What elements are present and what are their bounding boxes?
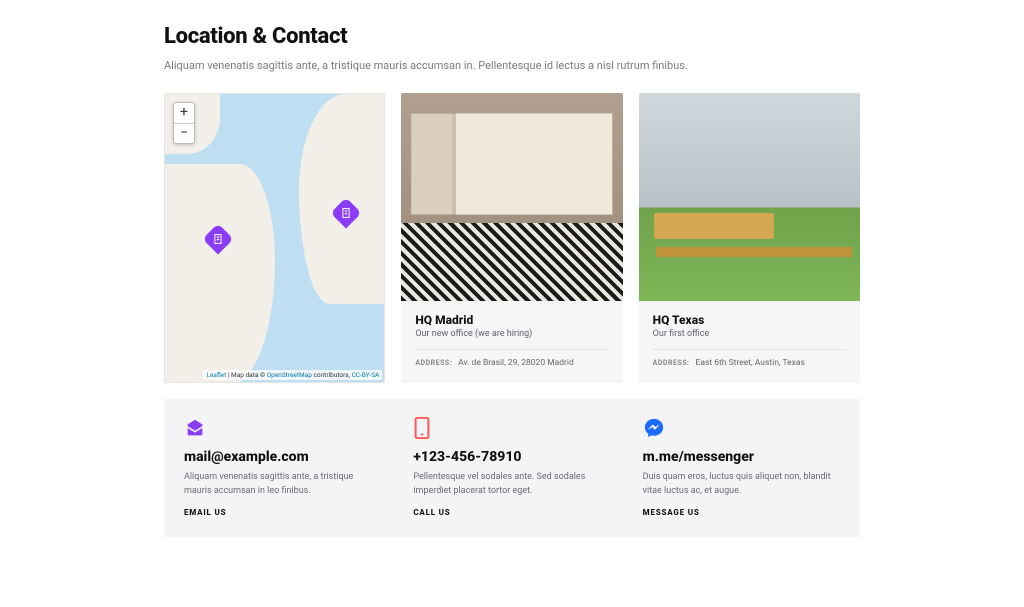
contact-desc: Aliquam venenatis sagittis ante, a trist…	[184, 471, 381, 499]
leaflet-link[interactable]: Leaflet	[206, 371, 226, 379]
address-value: East 6th Street, Austin, Texas	[696, 358, 805, 368]
contact-desc: Pellentesque vel sodales ante. Sed sodal…	[413, 471, 610, 499]
building-icon	[213, 234, 223, 244]
map-attribution: Leaflet | Map data © OpenStreetMap contr…	[203, 370, 382, 380]
address-label: ADDRESS:	[415, 359, 452, 367]
contact-title: m.me/messenger	[643, 449, 840, 465]
contact-row: mail@example.com Aliquam venenatis sagit…	[164, 399, 860, 538]
map-attrib-text2: contributors,	[312, 371, 352, 379]
message-us-link[interactable]: MESSAGE US	[643, 508, 840, 517]
map-zoom-control: + −	[173, 102, 195, 144]
phone-icon	[413, 417, 610, 439]
map-land-euroafrica	[299, 94, 384, 304]
location-title: HQ Texas	[653, 313, 846, 327]
location-address: ADDRESS: East 6th Street, Austin, Texas	[653, 349, 846, 368]
section-title: Location & Contact	[164, 24, 860, 49]
map-attrib-text: | Map data ©	[226, 371, 266, 379]
zoom-out-button[interactable]: −	[174, 123, 194, 143]
location-photo-madrid	[401, 93, 622, 301]
location-card-texas: HQ Texas Our first office ADDRESS: East 6…	[639, 93, 860, 383]
location-address: ADDRESS: Av. de Brasil, 29, 28020 Madrid	[415, 349, 608, 368]
contact-card-phone: +123-456-78910 Pellentesque vel sodales …	[413, 417, 610, 518]
contact-desc: Duis quam eros, luctus quis aliquet non,…	[643, 471, 840, 499]
address-label: ADDRESS:	[653, 359, 690, 367]
location-photo-texas	[639, 93, 860, 301]
map-land-americas	[165, 164, 275, 383]
building-icon	[341, 208, 351, 218]
contact-card-email: mail@example.com Aliquam venenatis sagit…	[184, 417, 381, 518]
location-card-madrid: HQ Madrid Our new office (we are hiring)…	[401, 93, 622, 383]
map-water	[165, 94, 384, 382]
location-subtitle: Our new office (we are hiring)	[415, 329, 608, 339]
location-subtitle: Our first office	[653, 329, 846, 339]
license-link[interactable]: CC-BY-SA	[352, 371, 380, 379]
contact-title: +123-456-78910	[413, 449, 610, 465]
osm-link[interactable]: OpenStreetMap	[267, 371, 312, 379]
email-us-link[interactable]: EMAIL US	[184, 508, 381, 517]
call-us-link[interactable]: CALL US	[413, 508, 610, 517]
zoom-in-button[interactable]: +	[174, 103, 194, 123]
contact-card-messenger: m.me/messenger Duis quam eros, luctus qu…	[643, 417, 840, 518]
mail-icon	[184, 417, 381, 439]
address-value: Av. de Brasil, 29, 28020 Madrid	[458, 358, 574, 368]
contact-title: mail@example.com	[184, 449, 381, 465]
section-subtitle: Aliquam venenatis sagittis ante, a trist…	[164, 57, 860, 75]
map[interactable]: + − Leaflet | Map data © OpenStreetMap c…	[164, 93, 385, 383]
messenger-icon	[643, 417, 840, 439]
location-title: HQ Madrid	[415, 313, 608, 327]
